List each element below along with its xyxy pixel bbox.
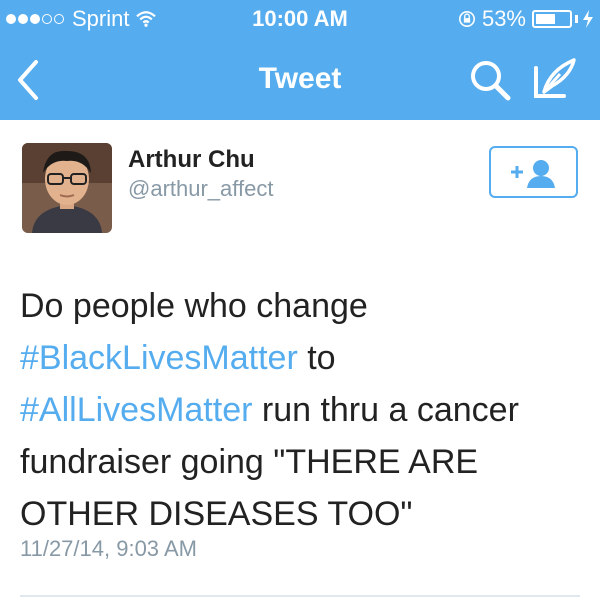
rotation-lock-icon [458, 10, 475, 28]
charging-bolt-icon [583, 10, 593, 28]
tweet-line: #BlackLivesMatter to [20, 339, 336, 377]
battery-icon [532, 10, 572, 28]
search-icon[interactable] [468, 58, 512, 102]
nav-bar: Tweet [0, 40, 600, 120]
author-handle[interactable]: @arthur_affect [128, 176, 273, 202]
tweet-timestamp: 11/27/14, 9:03 AM [20, 536, 197, 561]
tweet-line: OTHER DISEASES TOO" [20, 495, 413, 533]
tweet-line: #AllLivesMatter run thru a cancer [20, 391, 519, 429]
status-bar: Sprint 10:00 AM 53% [0, 0, 600, 40]
hashtag-link[interactable]: #AllLivesMatter [20, 391, 252, 429]
divider [20, 595, 580, 597]
tweet-line: Do people who change [20, 287, 368, 325]
tweet-text: Do people who change #BlackLivesMatter t… [20, 280, 585, 540]
tweet-line: fundraiser going "THERE ARE [20, 443, 479, 481]
status-right: 53% [458, 6, 594, 32]
hashtag-link[interactable]: #BlackLivesMatter [20, 339, 298, 377]
battery-cap [575, 15, 578, 23]
battery-percent: 53% [481, 6, 526, 31]
avatar[interactable] [22, 143, 112, 233]
follow-button[interactable] [489, 146, 578, 198]
compose-icon[interactable] [530, 56, 580, 102]
follow-user-icon [511, 160, 555, 188]
top-bar: Sprint 10:00 AM 53% Tweet [0, 0, 600, 120]
author-name[interactable]: Arthur Chu [128, 146, 255, 174]
